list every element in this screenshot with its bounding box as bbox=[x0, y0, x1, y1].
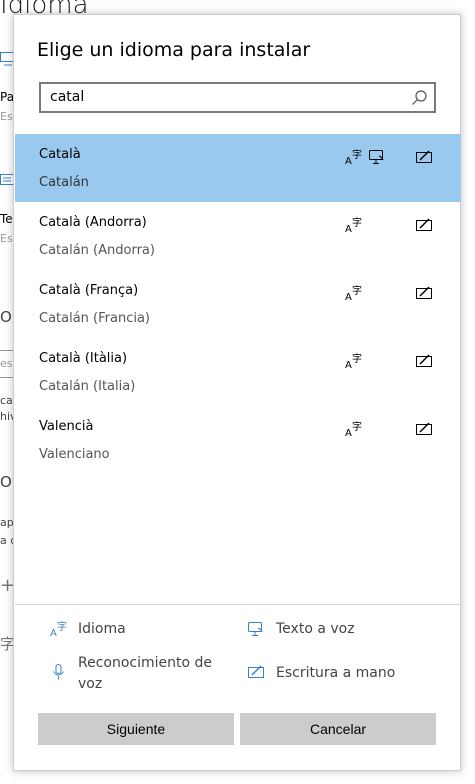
language-local-name: Valenciano bbox=[39, 447, 110, 462]
language-pack-icon: A字 bbox=[345, 352, 363, 371]
language-pack-icon: A字 bbox=[345, 148, 363, 167]
bg-section: O bbox=[0, 473, 12, 491]
svg-text:A: A bbox=[50, 628, 57, 638]
language-pack-icon: A字 bbox=[345, 216, 363, 235]
dialog-title: Elige un idioma para instalar bbox=[37, 39, 311, 61]
handwriting-icon bbox=[415, 148, 433, 166]
handwriting-icon bbox=[415, 284, 433, 302]
svg-text:A: A bbox=[345, 224, 352, 234]
language-local-name: Catalán (Francia) bbox=[39, 311, 151, 326]
monitor-icon bbox=[0, 52, 14, 72]
language-name: Català (Itàlia) bbox=[39, 351, 128, 366]
language-item-catala-franca[interactable]: Català (França) Catalán (Francia) A字 bbox=[15, 270, 461, 338]
svg-text:字: 字 bbox=[352, 352, 362, 365]
bg-text: ap bbox=[0, 516, 14, 529]
handwriting-icon bbox=[415, 420, 433, 438]
language-pack-icon: A字 bbox=[50, 620, 68, 639]
bg-section: O bbox=[0, 308, 12, 326]
language-name: Català (França) bbox=[39, 283, 139, 298]
search-icon[interactable] bbox=[411, 89, 428, 106]
svg-text:A: A bbox=[345, 360, 352, 370]
language-local-name: Catalán (Italia) bbox=[39, 379, 136, 394]
search-input[interactable]: catal bbox=[39, 82, 436, 113]
svg-text:字: 字 bbox=[57, 620, 67, 633]
svg-text:A: A bbox=[345, 156, 352, 166]
language-item-valencia[interactable]: Valencià Valenciano A字 bbox=[15, 406, 461, 474]
svg-text:A: A bbox=[345, 292, 352, 302]
language-local-name: Catalán (Andorra) bbox=[39, 243, 155, 258]
microphone-icon bbox=[50, 663, 68, 681]
language-name: Català bbox=[39, 147, 81, 162]
language-list: Català Catalán A字 Català (Andorra) Catal… bbox=[15, 134, 461, 474]
language-name: Valencià bbox=[39, 419, 94, 434]
next-button[interactable]: Siguiente bbox=[38, 713, 234, 745]
svg-text:A: A bbox=[345, 428, 352, 438]
cancel-button[interactable]: Cancelar bbox=[240, 713, 436, 745]
svg-text:字: 字 bbox=[352, 420, 362, 433]
handwriting-icon bbox=[415, 352, 433, 370]
legend-handwriting-label: Escritura a mano bbox=[276, 665, 396, 681]
legend-language-label: Idioma bbox=[78, 621, 126, 637]
bg-text: ca bbox=[0, 394, 13, 407]
language-local-name: Catalán bbox=[39, 175, 89, 190]
language-item-catala[interactable]: Català Catalán A字 bbox=[15, 134, 461, 202]
language-item-catala-andorra[interactable]: Català (Andorra) Catalán (Andorra) A字 bbox=[15, 202, 461, 270]
language-pack-icon: A字 bbox=[345, 284, 363, 303]
text-to-speech-icon bbox=[368, 148, 386, 166]
text-to-speech-icon bbox=[247, 620, 265, 638]
search-input-value[interactable]: catal bbox=[50, 89, 84, 105]
handwriting-icon bbox=[415, 216, 433, 234]
legend-tts-label: Texto a voz bbox=[276, 621, 355, 637]
legend-speech-label: Reconocimiento de voz bbox=[78, 655, 213, 692]
keyboard-icon bbox=[0, 174, 14, 190]
svg-text:字: 字 bbox=[352, 216, 362, 229]
svg-text:字: 字 bbox=[352, 148, 362, 161]
svg-text:字: 字 bbox=[352, 284, 362, 297]
handwriting-icon bbox=[247, 663, 265, 681]
language-item-catala-italia[interactable]: Català (Itàlia) Catalán (Italia) A字 bbox=[15, 338, 461, 406]
legend-divider bbox=[15, 604, 461, 605]
install-language-dialog: Elige un idioma para instalar catal Cata… bbox=[13, 14, 461, 771]
language-name: Català (Andorra) bbox=[39, 215, 147, 230]
language-pack-icon: A字 bbox=[345, 420, 363, 439]
